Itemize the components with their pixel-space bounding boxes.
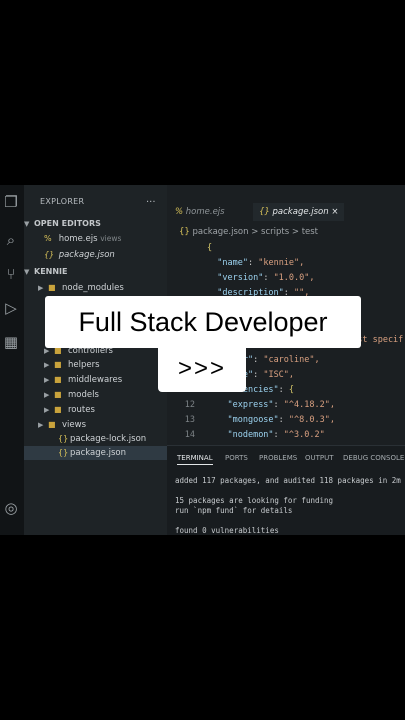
open-editors-header[interactable]: ▼ OPEN EDITORS	[24, 217, 167, 231]
editor-tabs: % home.ejs {} package.json ×	[167, 203, 405, 221]
tab-terminal[interactable]: TERMINAL	[177, 454, 213, 465]
tab-package-json[interactable]: {} package.json ×	[253, 203, 345, 221]
ejs-file-icon: %	[44, 234, 52, 243]
terminal-line: found 0 vulnerabilities	[175, 526, 279, 535]
json-file-icon: {}	[44, 250, 55, 259]
tab-home-ejs[interactable]: % home.ejs	[175, 203, 225, 221]
tab-problems[interactable]: PROBLEMS	[259, 454, 297, 462]
tab-debug-console[interactable]: DEBUG CONSOLE	[343, 454, 404, 462]
explorer-sidebar: EXPLORER ··· ▼ OPEN EDITORS % home.ejs vi…	[24, 185, 167, 535]
json-file-icon: {}	[179, 227, 190, 237]
tree-item-views[interactable]: ▶ ■ views	[24, 418, 181, 432]
tab-ports[interactable]: PORTS	[225, 454, 248, 462]
json-file-icon: {}	[58, 434, 69, 443]
ejs-file-icon: %	[175, 207, 184, 217]
json-file-icon: {}	[259, 207, 270, 217]
search-icon[interactable]: ⌕	[2, 231, 20, 249]
terminal-line: added 117 packages, and audited 118 pack…	[175, 476, 401, 485]
chevron-down-icon: ▼	[24, 268, 30, 276]
source-control-icon[interactable]: ⑂	[2, 265, 20, 283]
folder-icon: ■	[54, 360, 62, 369]
chevron-right-icon: ▶	[44, 406, 50, 414]
account-icon[interactable]: ◎	[2, 499, 20, 517]
activity-bar: ❐ ⌕ ⑂ ▷ ▦ ◎	[0, 185, 24, 535]
code-line: 12 "express": "^4.18.2",	[184, 400, 335, 410]
folder-icon: ■	[48, 420, 56, 429]
tree-item-routes[interactable]: ▶ ■ routes	[24, 403, 187, 417]
extensions-icon[interactable]: ▦	[2, 333, 20, 351]
project-header[interactable]: ▼ KENNIE	[24, 265, 167, 279]
folder-icon: ■	[48, 283, 56, 292]
terminal-line: run `npm fund` for details	[175, 506, 293, 515]
terminal-line: 15 packages are looking for funding	[175, 496, 334, 505]
overlay-title: Full Stack Developer	[78, 307, 328, 337]
chevron-right-icon: ▶	[44, 376, 50, 384]
tree-item-node-modules[interactable]: ▶ ■ node_modules	[24, 281, 181, 295]
tree-item-package-json[interactable]: {} package.json	[24, 446, 167, 460]
code-line: 14 "nodemon": "^3.0.2"	[184, 430, 325, 440]
folder-icon: ■	[54, 405, 62, 414]
explorer-icon[interactable]: ❐	[2, 193, 20, 211]
json-file-icon: {}	[58, 448, 69, 457]
open-editor-item[interactable]: {} package.json	[24, 248, 187, 262]
chevron-right-icon: ▶	[38, 421, 44, 429]
close-icon[interactable]: ×	[331, 207, 338, 217]
more-actions-icon[interactable]: ···	[146, 197, 156, 208]
chevron-right-icon: ▶	[44, 391, 50, 399]
folder-icon: ■	[54, 375, 62, 384]
tab-output[interactable]: OUTPUT	[305, 454, 334, 462]
arrow-caption-box: >>>	[158, 348, 246, 392]
code-line: 13 "mongoose": "^8.0.3",	[184, 415, 335, 425]
breadcrumb: {} package.json > scripts > test	[179, 227, 319, 237]
chevron-right-icon: ▶	[38, 284, 44, 292]
code-line: "name": "kennie",	[217, 258, 305, 268]
overlay-arrows: >>>	[177, 355, 227, 382]
code-line: {	[207, 243, 213, 253]
chevron-down-icon: ▼	[24, 220, 30, 228]
open-editor-item[interactable]: % home.ejs views	[24, 232, 187, 246]
explorer-title: EXPLORER	[40, 197, 85, 206]
title-caption-box: Full Stack Developer	[45, 296, 361, 348]
run-debug-icon[interactable]: ▷	[2, 299, 20, 317]
chevron-right-icon: ▶	[44, 361, 50, 369]
bottom-panel: TERMINAL PORTS PROBLEMS OUTPUT DEBUG CON…	[167, 445, 405, 535]
folder-icon: ■	[54, 390, 62, 399]
code-line: "version": "1.0.0",	[217, 273, 315, 283]
